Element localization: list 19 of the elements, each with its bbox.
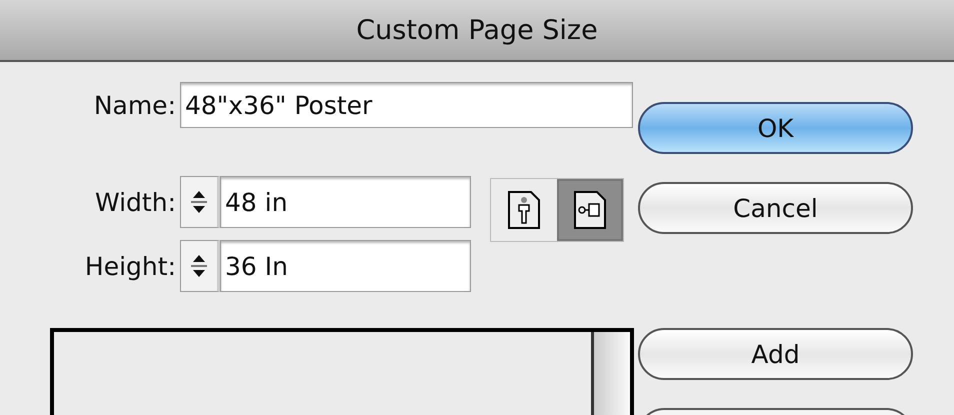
stepper-arrows-icon[interactable] xyxy=(190,189,208,215)
dimension-field[interactable]: 36 In xyxy=(220,240,471,292)
name-field[interactable]: 48"x36" Poster xyxy=(180,82,633,128)
field-label: Name: xyxy=(92,90,177,120)
stepper-arrows-icon[interactable] xyxy=(190,253,208,279)
scrollbar[interactable] xyxy=(591,332,630,415)
stepper[interactable] xyxy=(180,176,220,228)
dialog-button[interactable]: OK xyxy=(638,102,913,154)
dialog-button[interactable]: Add xyxy=(638,328,913,380)
orientation-button[interactable] xyxy=(557,179,623,241)
field-label: Height: xyxy=(84,252,177,280)
dimension-field[interactable]: 48 in xyxy=(220,176,471,228)
portrait-page-icon xyxy=(507,190,541,230)
stepper[interactable] xyxy=(180,240,220,292)
window-title: Custom Page Size xyxy=(356,14,598,46)
dialog-button[interactable]: Cancel xyxy=(638,182,913,234)
landscape-page-icon xyxy=(573,190,607,230)
field-label: Width: xyxy=(94,188,177,216)
size-list[interactable] xyxy=(50,328,634,415)
